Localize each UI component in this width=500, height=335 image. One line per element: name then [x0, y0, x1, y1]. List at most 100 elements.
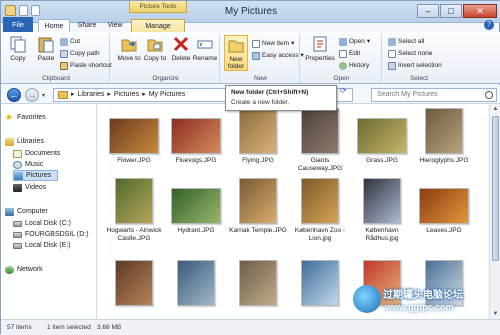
breadcrumb-my-pictures[interactable]: My Pictures	[149, 89, 186, 101]
copy-to-button[interactable]: Copy to	[142, 35, 168, 71]
file-item[interactable]: Flying.JPG	[226, 108, 290, 165]
file-name: København Rådhus.jpg	[365, 227, 399, 242]
search-input[interactable]: Search My Pictures	[371, 88, 497, 102]
file-item[interactable]: Flower.JPG	[102, 108, 166, 165]
scroll-up-icon[interactable]: ▲	[490, 104, 500, 114]
file-item[interactable]: Grass.JPG	[350, 108, 414, 165]
minimize-button[interactable]: –	[417, 4, 439, 18]
chevron-down-icon: ▾	[366, 38, 371, 45]
move-to-button[interactable]: Move to	[116, 35, 142, 71]
recent-locations-dropdown[interactable]: ▾	[42, 92, 45, 99]
tab-manage[interactable]: Manage	[131, 19, 185, 32]
invert-selection-label: Invert selection	[398, 62, 442, 69]
tab-home[interactable]: Home	[38, 19, 70, 32]
file-thumbnail[interactable]	[115, 260, 153, 306]
explorer-window: Picture Tools My Pictures – □ ✕ File Hom…	[0, 0, 500, 335]
edit-icon	[339, 50, 347, 58]
file-item[interactable]: Hogwarts - Alnwick Castle.JPG	[102, 178, 166, 243]
file-item[interactable]: Hieroglyphs.JPG	[412, 108, 476, 165]
file-thumbnail[interactable]	[301, 260, 339, 306]
copy-path-button[interactable]: Copy path	[60, 49, 100, 59]
file-item[interactable]: Karnak Temple.JPG	[226, 178, 290, 235]
file-item[interactable]	[288, 260, 352, 309]
file-item[interactable]: Hydrant.JPG	[164, 178, 228, 235]
edit-button[interactable]: Edit	[339, 49, 360, 59]
file-thumbnail[interactable]	[357, 118, 407, 154]
file-thumbnail[interactable]	[171, 118, 221, 154]
nav-documents[interactable]: Documents	[13, 148, 66, 159]
help-icon[interactable]: ?	[484, 20, 494, 30]
scrollbar-thumb[interactable]	[492, 116, 499, 261]
file-item[interactable]: Fluevogs.JPG	[164, 108, 228, 165]
file-item[interactable]	[164, 260, 228, 309]
documents-icon	[13, 149, 22, 158]
file-thumbnail[interactable]	[171, 188, 221, 224]
window-controls: – □ ✕	[417, 4, 497, 18]
nav-disk-e[interactable]: Local Disk (E:)	[13, 240, 77, 251]
file-thumbnail[interactable]	[301, 178, 339, 224]
nav-videos-label: Videos	[25, 184, 47, 191]
music-icon	[13, 160, 22, 169]
forward-button[interactable]: →	[25, 88, 39, 102]
new-folder-button[interactable]: New folder	[224, 35, 248, 71]
file-thumbnail[interactable]	[239, 108, 277, 154]
file-thumbnail[interactable]	[301, 108, 339, 154]
easy-access-button[interactable]: Easy access ▾	[252, 51, 304, 61]
nav-disk-d[interactable]: FOURGBSDSIL (D:)	[13, 229, 95, 240]
close-button[interactable]: ✕	[463, 4, 497, 18]
select-none-label: Select none	[398, 50, 433, 57]
file-thumbnail[interactable]	[419, 188, 469, 224]
invert-selection-button[interactable]: Invert selection	[388, 61, 442, 71]
history-button[interactable]: History	[339, 61, 369, 71]
maximize-button[interactable]: □	[440, 4, 462, 18]
nav-computer[interactable]: Computer	[5, 206, 54, 217]
tab-share[interactable]: Share	[73, 19, 101, 32]
nav-pictures[interactable]: Pictures	[13, 170, 59, 181]
organize-group-label: Organize	[152, 75, 179, 82]
breadcrumb-libraries[interactable]: Libraries	[78, 89, 105, 101]
copy-button[interactable]: Copy	[5, 35, 31, 71]
file-name: Hydrant.JPG	[177, 227, 215, 234]
file-thumbnail[interactable]	[109, 118, 159, 154]
file-thumbnail[interactable]	[177, 260, 215, 306]
rename-button[interactable]: Rename	[192, 35, 218, 71]
file-thumbnail[interactable]	[239, 260, 277, 306]
file-item[interactable]	[226, 260, 290, 309]
scissors-icon	[60, 38, 68, 46]
select-all-button[interactable]: Select all	[388, 37, 424, 47]
back-button[interactable]: ←	[7, 88, 21, 102]
nav-music[interactable]: Music	[13, 159, 49, 170]
paste-button[interactable]: Paste	[33, 35, 59, 71]
nav-libraries[interactable]: Libraries	[5, 136, 50, 147]
paste-shortcut-button[interactable]: Paste shortcut	[60, 61, 112, 71]
delete-button[interactable]: Delete	[168, 35, 194, 71]
file-thumbnail[interactable]	[425, 108, 463, 154]
nav-network[interactable]: Network	[5, 264, 49, 275]
file-thumbnail[interactable]	[363, 178, 401, 224]
tab-file[interactable]: File	[3, 17, 33, 32]
nav-videos[interactable]: Videos	[13, 182, 52, 193]
file-item[interactable]	[102, 260, 166, 309]
new-group: New folder New item ▾ Easy access ▾ New	[222, 34, 304, 83]
new-item-button[interactable]: New item ▾	[252, 39, 294, 49]
cut-button[interactable]: Cut	[60, 37, 80, 47]
edit-label: Edit	[349, 50, 361, 57]
file-item[interactable]: København Zoo - Lion.jpg	[288, 178, 352, 243]
copy-path-icon	[60, 50, 68, 58]
nav-disk-c[interactable]: Local Disk (C:)	[13, 218, 77, 229]
breadcrumb-pictures[interactable]: Pictures	[114, 89, 139, 101]
file-item[interactable]: København Rådhus.jpg	[350, 178, 414, 243]
file-thumbnail[interactable]	[239, 178, 277, 224]
tab-view[interactable]: View	[103, 19, 127, 32]
properties-button[interactable]: Properties	[305, 35, 335, 71]
open-button[interactable]: Open ▾	[339, 37, 370, 47]
file-item[interactable]: Leaves.JPG	[412, 178, 476, 235]
file-thumbnail[interactable]	[115, 178, 153, 224]
nav-documents-label: Documents	[25, 150, 61, 157]
file-item[interactable]: Giants Causeway.JPG	[288, 108, 352, 173]
refresh-icon[interactable]: ⟳	[340, 86, 347, 95]
search-icon[interactable]	[485, 91, 493, 99]
nav-favorites[interactable]: ★ Favorites	[5, 112, 52, 123]
select-none-button[interactable]: Select none	[388, 49, 432, 59]
chevron-right-icon: ▸	[142, 91, 146, 98]
